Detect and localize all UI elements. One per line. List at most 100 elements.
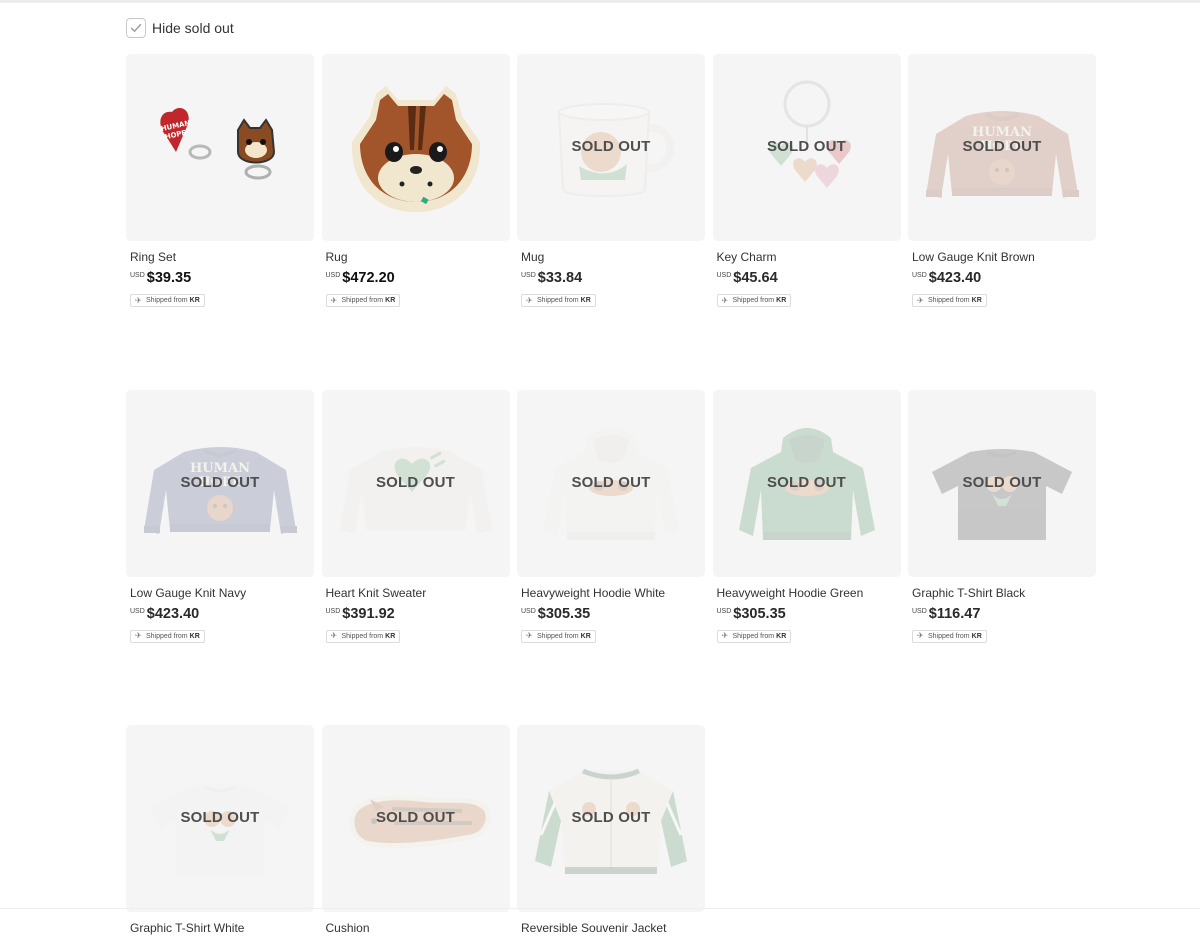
product-name[interactable]: Ring Set — [130, 250, 314, 265]
product-name[interactable]: Cushion — [326, 921, 510, 936]
product-card[interactable]: SOLD OUT Mug USD $33.84 ✈ Shipped from KR — [517, 54, 705, 308]
product-card[interactable]: SOLD OUTGraphic T-Shirt WhiteUSD$116.47✈… — [126, 725, 314, 936]
product-name[interactable]: Mug — [521, 250, 705, 265]
ship-origin: KR — [580, 297, 591, 304]
hide-sold-out-label: Hide sold out — [152, 20, 234, 36]
product-card[interactable]: Rug USD $472.20 ✈ Shipped from KR — [321, 54, 510, 308]
product-card[interactable]: SOLD OUT Graphic T-Shirt Black USD $116.47 ✈… — [908, 389, 1096, 644]
product-card[interactable]: HUMAN HOPE SOLD OUT Low Gauge Knit Navy US… — [126, 389, 314, 644]
sold-out-overlay: SOLD OUT — [962, 138, 1042, 155]
product-image[interactable]: SOLD OUT — [712, 389, 901, 577]
product-image[interactable]: SOLD OUT — [321, 725, 510, 912]
product-card[interactable]: SOLD OUT Heavyweight Hoodie Green USD $305.… — [712, 389, 901, 644]
product-card[interactable]: HUMAN HOPE Ring Set USD $39.35 ✈ Shipped fro… — [126, 54, 314, 308]
shipped-from-badge: ✈ Shipped from KR — [325, 294, 401, 307]
product-name[interactable]: Graphic T-Shirt White — [130, 921, 314, 936]
shipped-from-badge: ✈ Shipped from KR — [716, 629, 792, 643]
product-image[interactable]: HUMAN HOPE — [126, 54, 314, 241]
shipped-from-badge: ✈ Shipped from KR — [325, 629, 401, 643]
price-row: USD $423.40 — [912, 270, 1096, 287]
product-image[interactable]: SOLD OUT — [126, 725, 314, 912]
ship-origin: KR — [385, 632, 396, 640]
ship-prefix: Shipped from — [928, 632, 970, 640]
product-name[interactable]: Reversible Souvenir Jacket — [521, 921, 705, 936]
product-name[interactable]: Key Charm — [717, 250, 901, 265]
airplane-icon: ✈ — [135, 295, 142, 305]
ship-origin: KR — [189, 632, 200, 640]
sold-out-overlay: SOLD OUT — [375, 473, 456, 491]
airplane-icon: ✈ — [330, 295, 338, 305]
price-row: USD $472.20 — [326, 270, 510, 287]
sold-out-overlay: SOLD OUT — [571, 473, 651, 491]
shipped-from-badge: ✈ Shipped from KR — [716, 294, 792, 307]
product-image[interactable]: HUMAN HOPE SOLD OUT — [126, 389, 314, 577]
product-image[interactable]: SOLD OUT — [908, 389, 1096, 577]
airplane-icon: ✈ — [330, 631, 338, 640]
ring-set-image: HUMAN HOPE — [160, 108, 276, 180]
price-row: USD $305.35 — [717, 606, 901, 623]
product-price: $33.84 — [537, 270, 583, 286]
currency-code: USD — [521, 607, 536, 615]
ship-origin: KR — [776, 297, 787, 304]
price-row: USD $116.47 — [912, 606, 1096, 623]
product-image[interactable]: SOLD OUT — [517, 725, 705, 912]
product-name[interactable]: Heavyweight Hoodie White — [521, 586, 705, 601]
top-divider — [0, 0, 1200, 3]
currency-code: USD — [716, 607, 732, 615]
sold-out-overlay: SOLD OUT — [766, 138, 847, 155]
product-image[interactable]: HUMAN HOPE SOLD OUT — [908, 54, 1096, 241]
product-name[interactable]: Graphic T-Shirt Black — [912, 586, 1096, 601]
product-card[interactable]: SOLD OUT Heart Knit Sweater USD $391.92 ✈ Shi… — [321, 389, 510, 644]
price-row: USD $423.40 — [130, 606, 314, 623]
currency-code: USD — [325, 272, 341, 279]
product-image[interactable]: SOLD OUT — [517, 54, 705, 241]
sold-out-overlay: SOLD OUT — [180, 473, 260, 491]
ship-prefix: Shipped from — [146, 297, 188, 304]
product-card[interactable]: SOLD OUT Heavyweight Hoodie White USD $305.… — [517, 389, 705, 644]
ship-prefix: Shipped from — [928, 297, 970, 304]
product-name[interactable]: Low Gauge Knit Navy — [130, 586, 314, 601]
product-grid: HUMAN HOPE Ring Set USD $39.35 ✈ Shipped fro… — [126, 54, 1096, 936]
product-image[interactable]: SOLD OUT — [712, 54, 901, 241]
hide-sold-out-toggle[interactable]: Hide sold out — [126, 17, 234, 39]
sold-out-overlay: SOLD OUT — [571, 138, 651, 155]
product-card[interactable]: SOLD OUT Key Charm USD $45.64 ✈ Shipped from K… — [712, 54, 901, 308]
product-price: $305.35 — [733, 605, 786, 622]
product-card[interactable]: HUMAN HOPE SOLD OUT Low Gauge Knit Brown U… — [908, 54, 1096, 308]
product-name[interactable]: Low Gauge Knit Brown — [912, 250, 1096, 265]
currency-code: USD — [521, 272, 536, 279]
product-name[interactable]: Heart Knit Sweater — [326, 586, 510, 601]
currency-code: USD — [325, 607, 341, 615]
price-row: USD $305.35 — [521, 606, 705, 623]
airplane-icon: ✈ — [135, 631, 142, 640]
airplane-icon: ✈ — [721, 631, 729, 640]
product-card[interactable]: SOLD OUTReversible Souvenir JacketUSD$1,… — [517, 725, 705, 936]
product-price: $305.35 — [537, 605, 591, 622]
product-name[interactable]: Heavyweight Hoodie Green — [717, 586, 901, 601]
shipped-from-badge: ✈ Shipped from KR — [912, 294, 987, 307]
shipped-from-badge: ✈ Shipped from KR — [521, 629, 596, 643]
currency-code: USD — [130, 607, 145, 615]
product-image[interactable] — [321, 54, 510, 241]
price-row: USD $33.84 — [521, 270, 705, 287]
ship-prefix: Shipped from — [341, 632, 384, 640]
price-row: USD $39.35 — [130, 270, 314, 287]
airplane-icon: ✈ — [721, 295, 729, 305]
ship-origin: KR — [971, 297, 982, 304]
product-price: $116.47 — [928, 605, 981, 622]
ship-prefix: Shipped from — [732, 632, 775, 640]
product-price: $45.64 — [733, 270, 778, 286]
airplane-icon: ✈ — [526, 631, 533, 640]
product-price: $423.40 — [928, 270, 982, 286]
product-price: $39.35 — [146, 270, 192, 286]
ship-prefix: Shipped from — [537, 297, 579, 304]
ship-prefix: Shipped from — [146, 632, 188, 640]
price-row: USD $45.64 — [717, 270, 901, 287]
hide-sold-out-checkbox[interactable] — [126, 18, 146, 38]
product-card[interactable]: SOLD OUTCushionUSD$141.66✈Shipped fromKR — [321, 725, 510, 936]
product-image[interactable]: SOLD OUT — [321, 389, 510, 577]
product-image[interactable]: SOLD OUT — [517, 389, 705, 577]
product-name[interactable]: Rug — [326, 250, 510, 265]
ship-origin: KR — [776, 632, 787, 640]
sold-out-overlay: SOLD OUT — [962, 473, 1042, 491]
